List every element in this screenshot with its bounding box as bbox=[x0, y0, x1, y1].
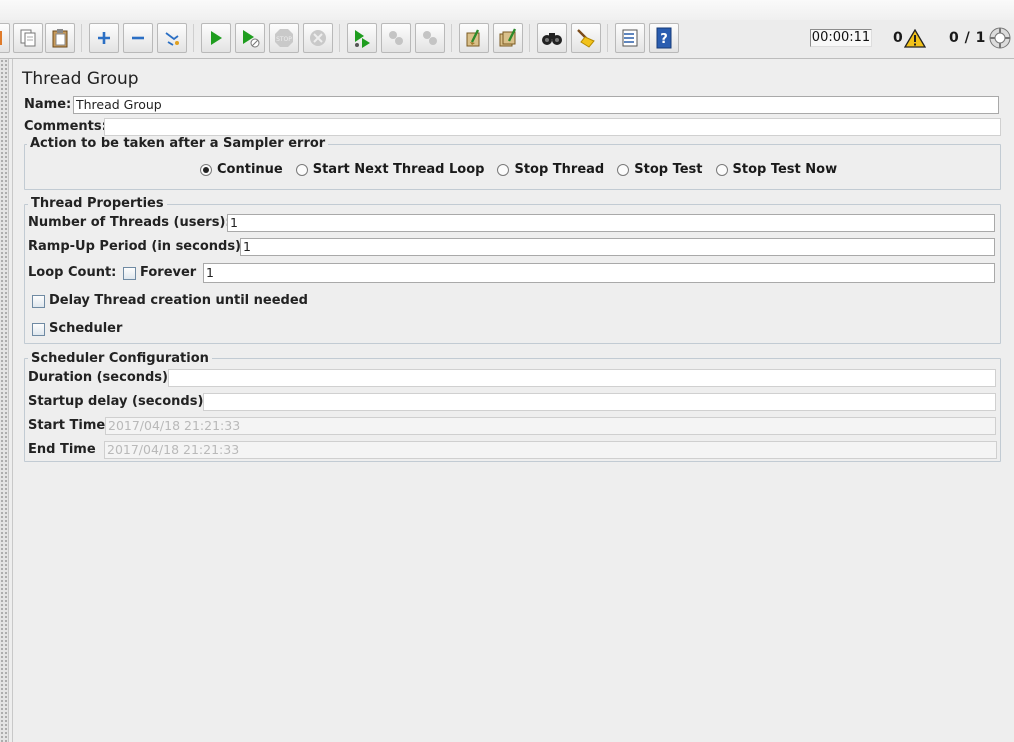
radio-stop-test-now-label[interactable]: Stop Test Now bbox=[733, 162, 838, 177]
duration-label: Duration (seconds) bbox=[28, 370, 168, 385]
svg-text:?: ? bbox=[660, 32, 668, 47]
toolbar-separator bbox=[607, 24, 608, 52]
start-icon[interactable] bbox=[201, 23, 231, 53]
delay-thread-label[interactable]: Delay Thread creation until needed bbox=[49, 293, 308, 308]
start-time-label: Start Time bbox=[28, 418, 106, 433]
radio-stop-test[interactable] bbox=[617, 163, 630, 176]
loop-count-label: Loop Count: bbox=[28, 265, 117, 280]
scheduler-checkbox[interactable] bbox=[32, 323, 45, 336]
remote-start-icon[interactable] bbox=[347, 23, 377, 53]
toggle-icon[interactable] bbox=[157, 23, 187, 53]
paste-icon[interactable] bbox=[45, 23, 75, 53]
comments-label: Comments: bbox=[24, 119, 107, 134]
rampup-field[interactable]: 1 bbox=[240, 238, 995, 256]
forever-checkbox[interactable] bbox=[123, 267, 136, 280]
startup-delay-label: Startup delay (seconds) bbox=[28, 394, 204, 409]
threads-label: Number of Threads (users): bbox=[28, 215, 231, 230]
startup-delay-field[interactable] bbox=[203, 393, 996, 411]
save-icon[interactable] bbox=[0, 23, 10, 53]
stop-icon[interactable]: STOP bbox=[269, 23, 299, 53]
search-icon[interactable] bbox=[537, 23, 567, 53]
sampler-error-legend: Action to be taken after a Sampler error bbox=[27, 136, 329, 151]
radio-stop-thread-label[interactable]: Stop Thread bbox=[514, 162, 604, 177]
duration-field[interactable] bbox=[168, 369, 996, 387]
remote-shutdown-icon[interactable] bbox=[415, 23, 445, 53]
collapse-icon[interactable] bbox=[123, 23, 153, 53]
name-label: Name: bbox=[24, 97, 72, 112]
shutdown-icon[interactable] bbox=[303, 23, 333, 53]
radio-stop-test-label[interactable]: Stop Test bbox=[634, 162, 702, 177]
page-title: Thread Group bbox=[22, 69, 139, 89]
remote-stop-icon[interactable] bbox=[381, 23, 411, 53]
copy-icon[interactable] bbox=[13, 23, 43, 53]
name-field[interactable]: Thread Group bbox=[73, 96, 999, 114]
end-time-field[interactable]: 2017/04/18 21:21:33 bbox=[104, 441, 997, 459]
threads-field[interactable]: 1 bbox=[227, 214, 995, 232]
svg-text:STOP: STOP bbox=[276, 36, 292, 43]
start-time-field[interactable]: 2017/04/18 21:21:33 bbox=[105, 417, 996, 435]
menubar-strip bbox=[0, 0, 1014, 21]
clear-all-icon[interactable] bbox=[493, 23, 523, 53]
remote-engines-icon[interactable] bbox=[989, 27, 1011, 53]
function-helper-icon[interactable] bbox=[615, 23, 645, 53]
rampup-label: Ramp-Up Period (in seconds): bbox=[28, 239, 247, 254]
start-no-pauses-icon[interactable] bbox=[235, 23, 265, 53]
help-icon[interactable]: ? bbox=[649, 23, 679, 53]
warning-icon[interactable] bbox=[903, 28, 927, 52]
radio-continue[interactable] bbox=[200, 163, 212, 176]
thread-properties-legend: Thread Properties bbox=[28, 196, 167, 211]
end-time-label: End Time bbox=[28, 442, 96, 457]
radio-start-next-loop[interactable] bbox=[295, 163, 308, 176]
error-count: 0 bbox=[893, 30, 903, 46]
clear-icon[interactable] bbox=[459, 23, 489, 53]
scheduler-config-legend: Scheduler Configuration bbox=[28, 351, 212, 366]
toolbar-separator bbox=[193, 24, 194, 52]
radio-continue-label[interactable]: Continue bbox=[217, 162, 283, 177]
tree-splitter[interactable] bbox=[0, 59, 9, 742]
radio-stop-thread[interactable] bbox=[497, 163, 510, 176]
active-threads-ratio: 0 / 1 bbox=[949, 30, 986, 46]
toolbar-separator bbox=[451, 24, 452, 52]
expand-icon[interactable] bbox=[89, 23, 119, 53]
toolbar-separator bbox=[81, 24, 82, 52]
elapsed-timer: 00:00:11 bbox=[810, 29, 872, 47]
sampler-error-options: Continue Start Next Thread Loop Stop Thr… bbox=[200, 162, 850, 177]
toolbar-separator bbox=[339, 24, 340, 52]
loop-count-field[interactable]: 1 bbox=[203, 263, 995, 283]
radio-stop-test-now[interactable] bbox=[715, 163, 728, 176]
reset-search-icon[interactable] bbox=[571, 23, 601, 53]
comments-field[interactable] bbox=[104, 118, 1001, 136]
forever-label[interactable]: Forever bbox=[140, 265, 196, 280]
toolbar-separator bbox=[529, 24, 530, 52]
radio-start-next-loop-label[interactable]: Start Next Thread Loop bbox=[313, 162, 485, 177]
scheduler-label[interactable]: Scheduler bbox=[49, 321, 122, 336]
delay-thread-checkbox[interactable] bbox=[32, 295, 45, 308]
